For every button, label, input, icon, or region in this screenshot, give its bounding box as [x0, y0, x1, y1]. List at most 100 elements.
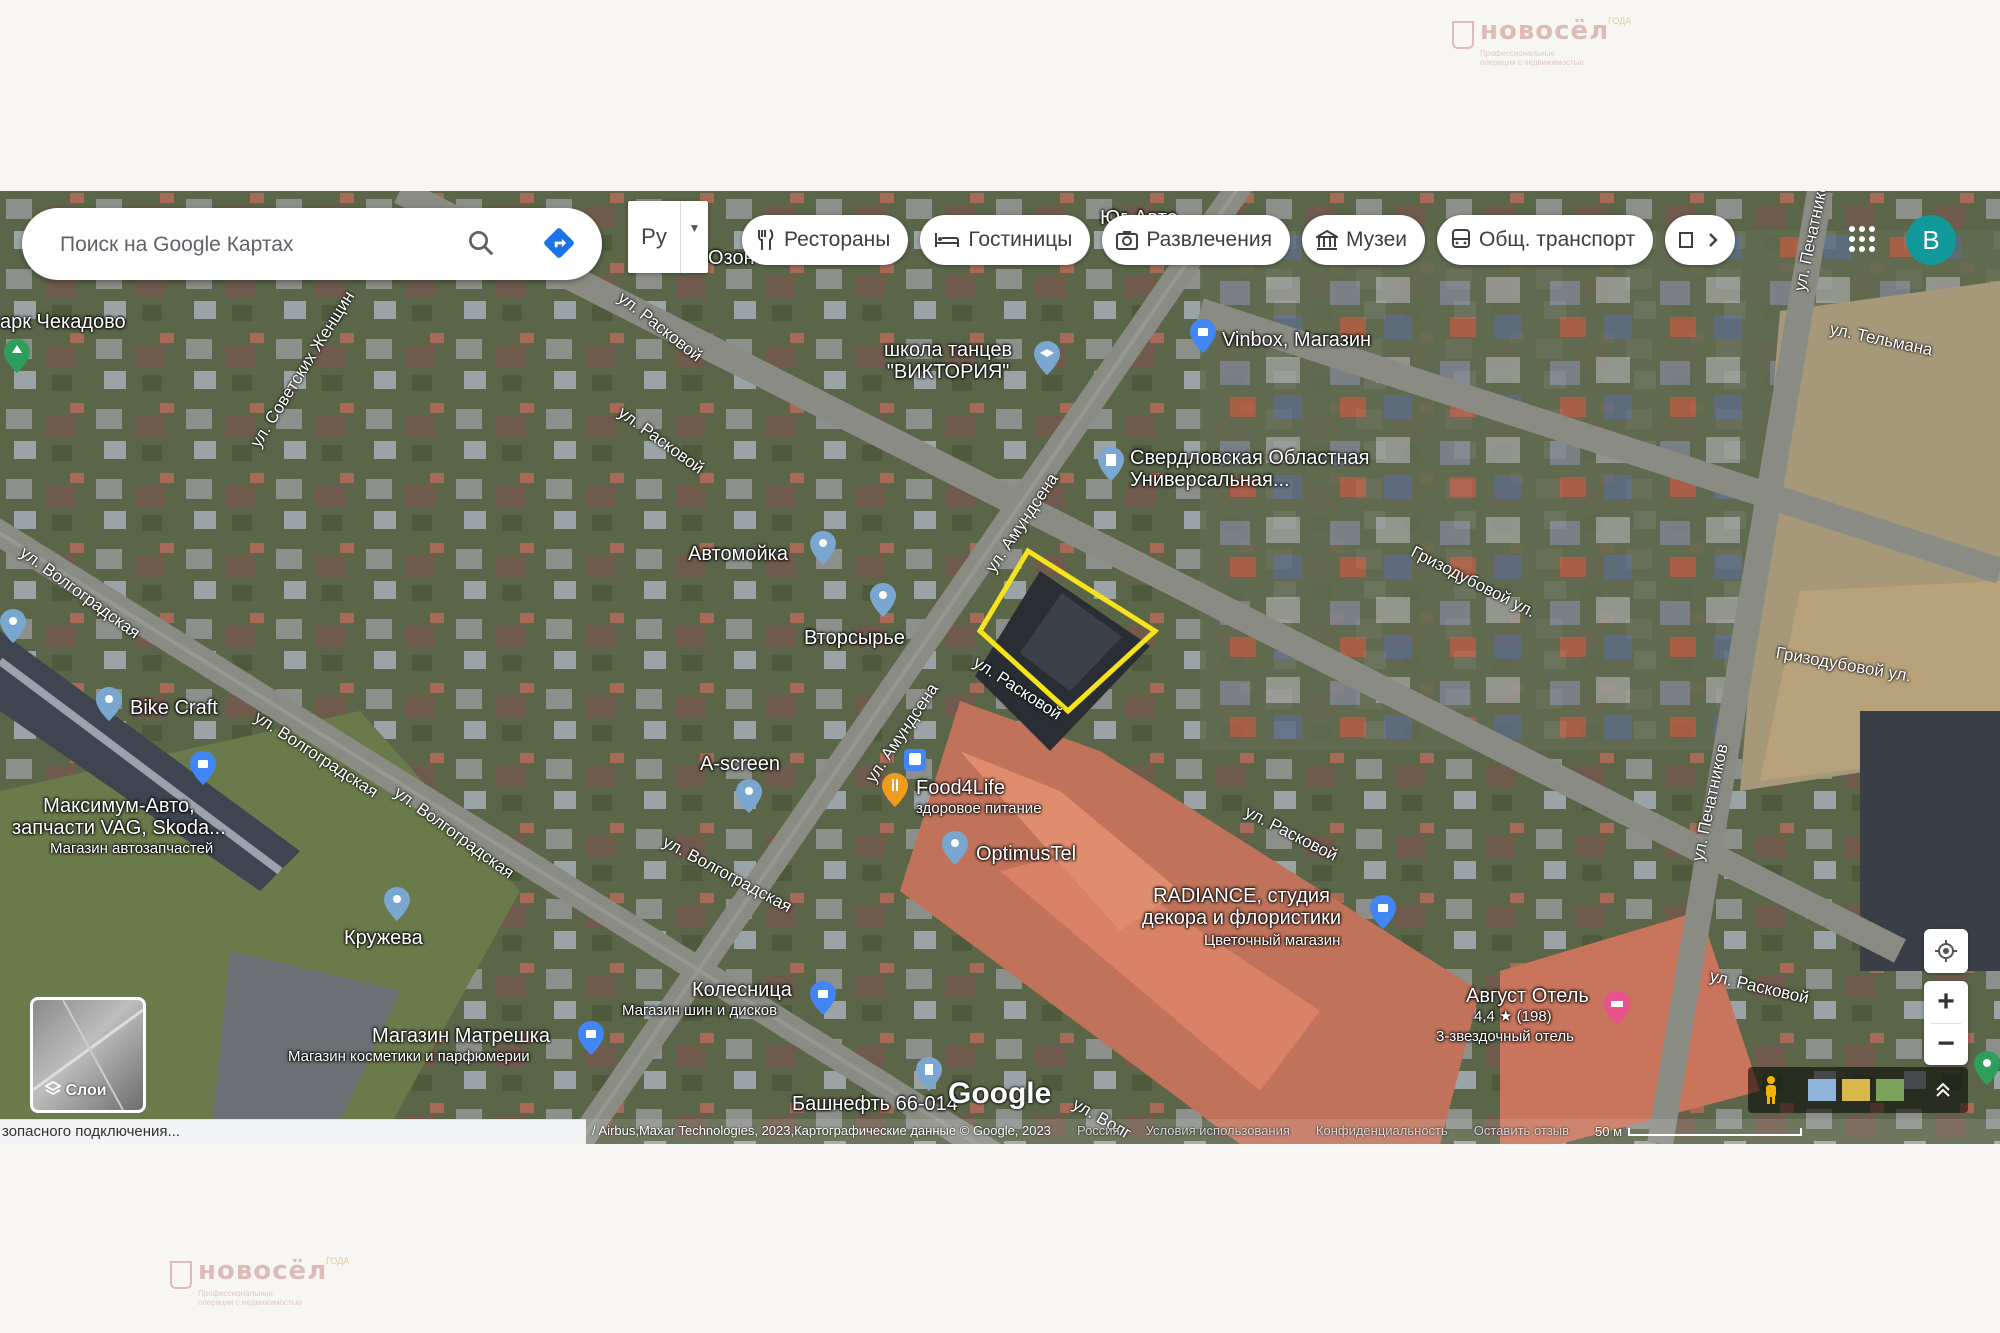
- crosshair-icon: [1935, 940, 1957, 962]
- auto-parts-pin-icon[interactable]: [190, 751, 216, 785]
- recycling-pin-icon[interactable]: [870, 583, 896, 617]
- place-a-screen[interactable]: A-screen: [700, 753, 780, 775]
- attribution-bar: / Airbus,Maxar Technologies, 2023,Картог…: [586, 1119, 2000, 1144]
- camera-icon: [1116, 231, 1139, 250]
- chip-hotels[interactable]: Гостиницы: [920, 215, 1091, 265]
- tire-shop-pin-icon[interactable]: [810, 981, 836, 1015]
- watermark-year: ГОДА: [1607, 16, 1632, 26]
- watermark-tagline: Профессиональные операции с недвижимость…: [198, 1288, 302, 1307]
- restaurant-pin-icon[interactable]: [882, 773, 908, 807]
- directions-icon[interactable]: [542, 226, 576, 260]
- place-car-wash[interactable]: Автомойка: [688, 543, 788, 565]
- search-input[interactable]: [58, 226, 442, 264]
- green-pin-icon[interactable]: [1974, 1051, 2000, 1085]
- watermark-logo-top: новосёл Профессиональные операции с недв…: [1452, 16, 1631, 67]
- chip-label: Гостиницы: [968, 228, 1073, 251]
- place-august-hotel[interactable]: Август Отель: [1466, 985, 1589, 1007]
- language-label[interactable]: Ру: [628, 224, 680, 250]
- google-logo: Google: [948, 1077, 1052, 1110]
- apps-grid-icon[interactable]: [1848, 225, 1876, 253]
- place-recycling[interactable]: Вторсырье: [804, 627, 905, 649]
- cup-icon: [170, 1260, 192, 1289]
- chip-label: Рестораны: [784, 228, 891, 251]
- attribution-data: / Airbus,Maxar Technologies, 2023,Картог…: [592, 1123, 1051, 1138]
- pegman-icon[interactable]: [1762, 1075, 1780, 1105]
- imagery-thumb-3[interactable]: [1876, 1079, 1904, 1101]
- search-box: [22, 208, 602, 280]
- place-matryoshka-sub: Магазин косметики и парфюмерии: [288, 1048, 530, 1065]
- chevron-right-icon[interactable]: [1705, 230, 1721, 250]
- place-vinbox[interactable]: Vinbox, Магазин: [1222, 329, 1371, 351]
- flower-shop-pin-icon[interactable]: [1370, 895, 1396, 929]
- place-radiance[interactable]: RADIANCE, студия декора и флористики: [1142, 885, 1341, 929]
- chip-entertainment[interactable]: Развлечения: [1102, 215, 1290, 265]
- hotel-pin-icon[interactable]: [1604, 991, 1630, 1025]
- cosmetics-pin-icon[interactable]: [578, 1021, 604, 1055]
- watermark-brand: новосёл: [1480, 16, 1610, 46]
- scale-line: [1628, 1127, 1803, 1136]
- place-optimustel[interactable]: OptimusTel: [976, 843, 1076, 865]
- imagery-strip: [1748, 1067, 1968, 1113]
- place-park[interactable]: арк Чекадово: [0, 311, 126, 333]
- layers-button[interactable]: Слои: [30, 997, 146, 1113]
- attribution-privacy[interactable]: Конфиденциальность: [1316, 1119, 1448, 1144]
- search-icon[interactable]: [466, 228, 496, 258]
- phone-shop-pin-icon[interactable]: [942, 831, 968, 865]
- layers-label: Слои: [44, 1080, 107, 1100]
- map-viewport[interactable]: ул. Расковой ул. Расковой ул. Советских …: [0, 191, 2000, 1144]
- attribution-country[interactable]: Россия: [1077, 1119, 1120, 1144]
- bus-icon: [1451, 229, 1470, 248]
- gas-station-pin-icon[interactable]: [916, 1057, 942, 1091]
- chip-transit[interactable]: Общ. транспорт: [1436, 215, 1654, 265]
- imagery-thumb-1[interactable]: [1808, 1079, 1836, 1101]
- place-maximum-auto[interactable]: Максимум-Авто, запчасти VAG, Skoda...: [12, 795, 226, 839]
- place-radiance-sub: Цветочный магазин: [1204, 932, 1341, 949]
- fork-knife-icon: [758, 229, 774, 250]
- bed-icon: [935, 233, 960, 247]
- place-matryoshka[interactable]: Магазин Матрешка: [372, 1025, 550, 1047]
- expand-up-icon[interactable]: [1934, 1081, 1952, 1099]
- chip-restaurants[interactable]: Рестораны: [742, 215, 909, 265]
- caret-down-icon: ▼: [688, 221, 701, 235]
- my-location-button[interactable]: [1924, 929, 1968, 973]
- place-food4life[interactable]: Food4Life: [916, 777, 1005, 799]
- watermark-tagline: Профессиональные операции с недвижимость…: [1480, 48, 1584, 67]
- place-library[interactable]: Свердловская Областная Универсальная...: [1130, 447, 1369, 491]
- a-screen-pin-icon[interactable]: [736, 779, 762, 813]
- language-dropdown[interactable]: ▼: [680, 201, 708, 273]
- pin-icon[interactable]: [0, 609, 26, 643]
- park-pin-icon[interactable]: [4, 339, 30, 373]
- bike-pin-icon[interactable]: [96, 687, 122, 721]
- zoom-in-button[interactable]: +: [1937, 981, 1955, 1023]
- watermark-brand: новосёл: [198, 1256, 328, 1286]
- status-bar: зопасного подключения...: [0, 1119, 586, 1144]
- layers-icon: [44, 1080, 62, 1096]
- account-avatar[interactable]: В: [1906, 215, 1956, 265]
- language-selector[interactable]: Ру ▼: [628, 201, 708, 273]
- place-chariot[interactable]: Колесница: [692, 979, 792, 1001]
- imagery-thumb-2[interactable]: [1842, 1079, 1870, 1101]
- pharmacy-icon: [1679, 232, 1694, 248]
- car-wash-pin-icon[interactable]: [810, 531, 836, 565]
- chip-label: Общ. транспорт: [1478, 228, 1636, 251]
- place-lace[interactable]: Кружева: [344, 927, 423, 949]
- museum-icon: [1315, 230, 1338, 250]
- chip-museums[interactable]: Музеи: [1301, 215, 1425, 265]
- chip-more[interactable]: [1665, 215, 1736, 265]
- lace-pin-icon[interactable]: [384, 887, 410, 921]
- attribution-terms[interactable]: Условия использования: [1146, 1119, 1290, 1144]
- attribution-feedback[interactable]: Оставить отзыв: [1474, 1119, 1569, 1144]
- layers-text: Слои: [65, 1082, 107, 1099]
- bus-stop-icon[interactable]: [904, 749, 926, 771]
- place-bashneft[interactable]: Башнефть 66-014: [792, 1093, 958, 1115]
- place-bike-craft[interactable]: Bike Craft: [130, 697, 218, 719]
- chip-label: Музеи: [1345, 228, 1407, 251]
- shop-pin-icon[interactable]: [1190, 319, 1216, 353]
- scale-bar[interactable]: 50 м: [1595, 1119, 1803, 1144]
- school-pin-icon[interactable]: [1034, 341, 1060, 375]
- chip-label: Развлечения: [1146, 228, 1272, 251]
- place-dance-school[interactable]: школа танцев "ВИКТОРИЯ": [884, 339, 1012, 383]
- zoom-out-button[interactable]: −: [1931, 1022, 1961, 1066]
- watermark-year: ГОДА: [325, 1256, 350, 1266]
- library-pin-icon[interactable]: [1098, 447, 1124, 481]
